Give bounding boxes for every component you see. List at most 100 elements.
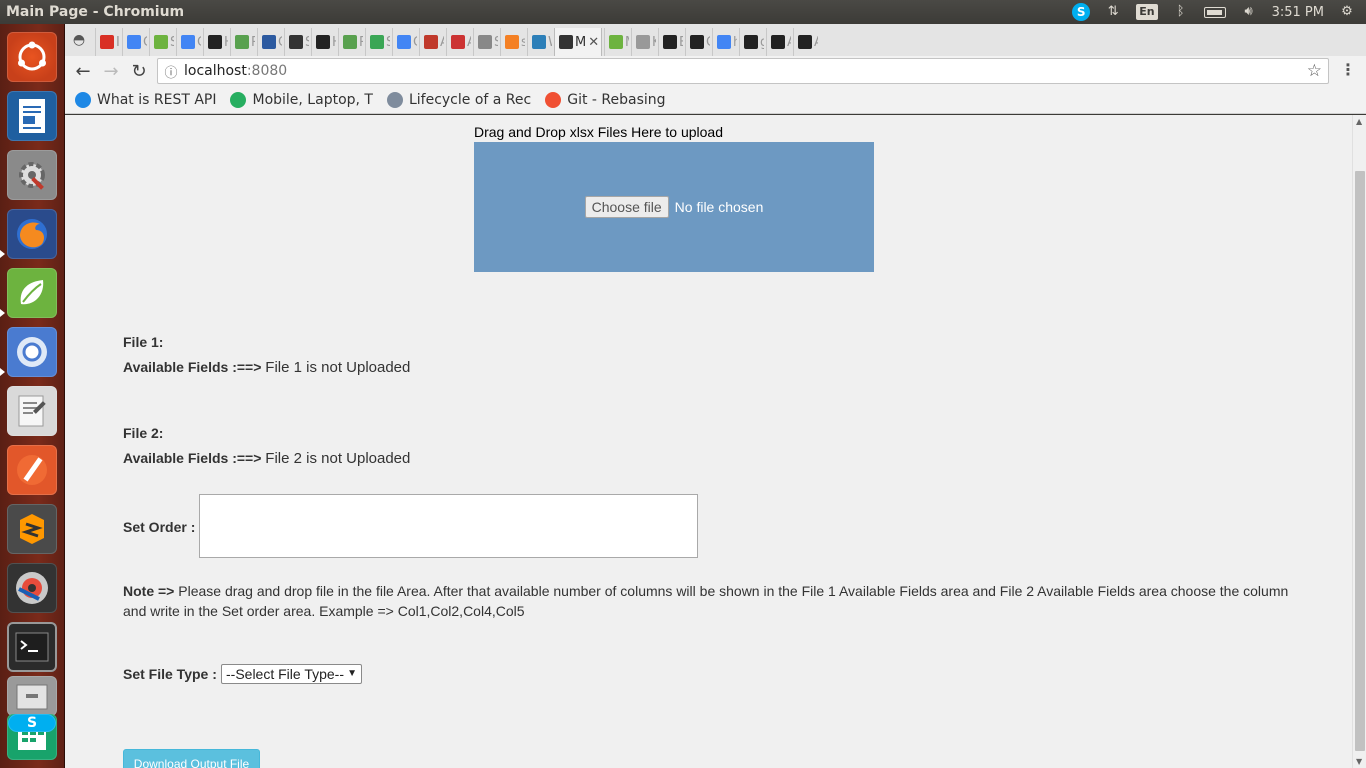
text-editor-icon[interactable] <box>7 386 57 436</box>
browser-tab[interactable]: g <box>739 28 764 56</box>
tabs-container: InCSCHRCSHRSCAASsWM✕MKEChgAA <box>93 28 818 56</box>
terminal-icon[interactable] <box>7 622 57 672</box>
tab-title: K <box>652 35 656 50</box>
docs-icon <box>424 35 438 49</box>
browser-tab[interactable]: E <box>658 28 683 56</box>
set-order-label: Set Order : <box>123 519 196 535</box>
browser-tab[interactable]: R <box>230 28 255 56</box>
leaf-icon <box>370 35 384 49</box>
tab-title: S <box>494 35 498 50</box>
browser-tab[interactable]: C <box>122 28 147 56</box>
tab-title: A <box>467 35 471 50</box>
tab-title: E <box>679 35 683 50</box>
browser-tab[interactable]: C <box>257 28 282 56</box>
browser-tab[interactable]: K <box>631 28 656 56</box>
bookmark-star-icon[interactable]: ☆ <box>1307 61 1322 81</box>
files-icon[interactable] <box>7 676 57 716</box>
network-icon[interactable]: ⇅ <box>1104 4 1122 20</box>
browser-tab[interactable]: S <box>365 28 390 56</box>
bird-icon <box>230 91 247 108</box>
tab-title: C <box>278 35 282 50</box>
window-title: Main Page - Chromium <box>6 4 185 20</box>
browser-menu-icon[interactable]: ⋮ <box>1340 60 1356 79</box>
power-gear-icon[interactable]: ⚙ <box>1338 4 1356 20</box>
browser-toolbar: ← → ↻ ⓘ localhost:8080 ☆ ⋮ <box>65 56 1366 86</box>
file-type-selected: --Select File Type-- <box>226 666 344 682</box>
jrebel-icon <box>343 35 357 49</box>
bluetooth-icon[interactable]: ᛒ <box>1172 4 1190 20</box>
browser-tab[interactable]: S <box>149 28 174 56</box>
tab-strip: ◓ InCSCHRCSHRSCAASsWM✕MKEChgAA <box>65 24 1366 56</box>
github-icon <box>744 35 758 49</box>
browser-tab[interactable]: R <box>338 28 363 56</box>
browser-tab[interactable]: W <box>527 28 552 56</box>
tab-close-icon[interactable]: ✕ <box>588 35 599 50</box>
site-info-icon[interactable]: ⓘ <box>158 62 184 81</box>
sublime-text-icon[interactable] <box>7 504 57 554</box>
choose-file-button[interactable]: Choose file <box>584 196 669 218</box>
address-bar[interactable]: ⓘ localhost:8080 ☆ <box>157 58 1329 84</box>
tab-title: W <box>548 35 552 50</box>
disc-burner-icon[interactable] <box>7 563 57 613</box>
back-arrow-icon[interactable]: ← <box>69 57 97 85</box>
github-icon <box>208 35 222 49</box>
browser-tab[interactable]: A <box>419 28 444 56</box>
browser-tab[interactable]: A <box>766 28 791 56</box>
list-icon <box>478 35 492 49</box>
file2-available-fields: Available Fields :==> File 2 is not Uplo… <box>123 450 410 467</box>
scroll-down-arrow-icon[interactable]: ▼ <box>1356 757 1362 766</box>
bookmark-item[interactable]: What is REST API <box>75 91 216 108</box>
spring-tool-suite-icon[interactable] <box>7 268 57 318</box>
browser-tab[interactable]: H <box>203 28 228 56</box>
bookmark-label: Lifecycle of a Rec <box>408 91 532 108</box>
ubuntu-dash-icon[interactable] <box>7 32 57 82</box>
reload-icon[interactable]: ↻ <box>125 57 153 85</box>
bookmark-item[interactable]: Git - Rebasing <box>545 91 666 108</box>
scroll-up-arrow-icon[interactable]: ▲ <box>1356 117 1362 126</box>
system-top-panel: Main Page - Chromium S ⇅ En ᛒ 🔊︎ 3:51 PM… <box>0 0 1366 24</box>
libreoffice-writer-icon[interactable] <box>7 91 57 141</box>
github-icon <box>798 35 812 49</box>
keyboard-layout-indicator[interactable]: En <box>1136 4 1158 20</box>
browser-tab[interactable]: A <box>793 28 818 56</box>
square-icon <box>289 35 303 49</box>
browser-tab[interactable]: s <box>500 28 525 56</box>
firefox-icon[interactable] <box>7 209 57 259</box>
scrollbar-thumb[interactable] <box>1355 171 1365 751</box>
download-output-button[interactable]: Download Output File <box>123 749 260 768</box>
file-drop-zone[interactable]: Choose file No file chosen <box>474 142 874 272</box>
bookmark-item[interactable]: Mobile, Laptop, T <box>230 91 373 108</box>
browser-tab[interactable]: A <box>446 28 471 56</box>
skype-tray-icon[interactable]: S <box>1072 3 1091 21</box>
alert-icon <box>451 35 465 49</box>
hexagon-icon <box>386 91 403 108</box>
page-scrollbar[interactable]: ▲ ▼ <box>1352 115 1366 768</box>
skype-launcher-icon[interactable]: S <box>8 714 56 732</box>
volume-icon[interactable]: 🔊︎ <box>1240 4 1258 20</box>
running-indicator <box>0 250 5 258</box>
tab-title: In <box>116 34 120 50</box>
browser-tab[interactable]: C <box>392 28 417 56</box>
drop-zone-label: Drag and Drop xlsx Files Here to upload <box>474 124 724 140</box>
file-input[interactable]: Choose file No file chosen <box>584 196 763 218</box>
battery-icon[interactable] <box>1203 6 1226 18</box>
pencil-app-icon[interactable] <box>7 445 57 495</box>
browser-tab[interactable]: C <box>685 28 710 56</box>
github-icon <box>771 35 785 49</box>
clock[interactable]: 3:51 PM <box>1272 5 1324 20</box>
browser-tab[interactable]: S <box>284 28 309 56</box>
set-order-textarea[interactable] <box>199 494 698 558</box>
tab-title: C <box>706 35 710 50</box>
browser-tab[interactable]: M <box>604 28 629 56</box>
browser-tab[interactable]: M ✕ <box>554 28 602 56</box>
forward-arrow-icon[interactable]: → <box>97 57 125 85</box>
browser-tab[interactable]: In <box>95 28 120 56</box>
system-settings-icon[interactable] <box>7 150 57 200</box>
browser-tab[interactable]: H <box>311 28 336 56</box>
browser-tab[interactable]: h <box>712 28 737 56</box>
file-type-select[interactable]: --Select File Type-- ▼ <box>221 664 362 684</box>
chromium-icon[interactable] <box>7 327 57 377</box>
browser-tab[interactable]: S <box>473 28 498 56</box>
browser-tab[interactable]: C <box>176 28 201 56</box>
bookmark-item[interactable]: Lifecycle of a Rec <box>386 91 532 108</box>
